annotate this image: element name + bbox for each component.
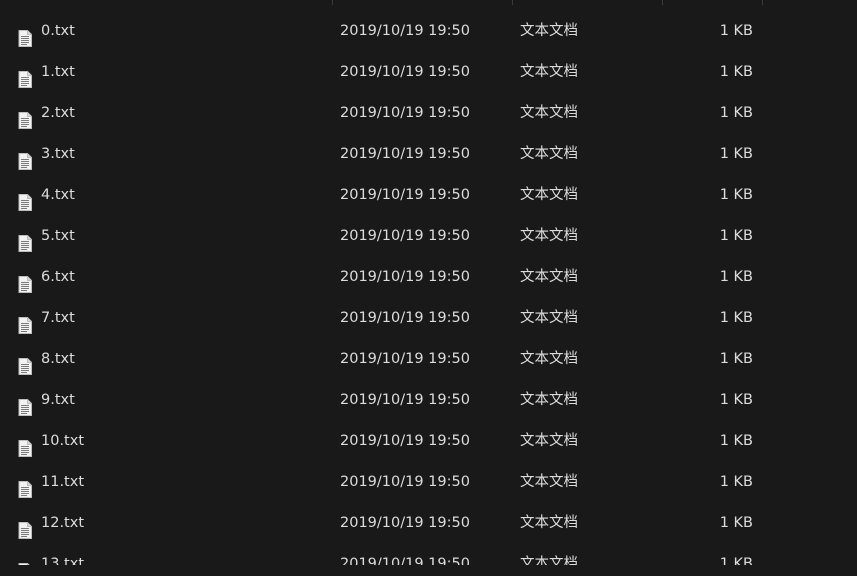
file-type: 文本文档 (520, 392, 578, 408)
file-size: 1 KB (719, 269, 753, 285)
file-name[interactable]: 11.txt (41, 462, 84, 503)
file-type: 文本文档 (520, 23, 578, 39)
file-name[interactable]: 3.txt (41, 134, 75, 175)
file-size: 1 KB (719, 228, 753, 244)
file-row[interactable]: 7.txt 2019/10/19 19:50 文本文档 1 KB (0, 298, 857, 339)
text-file-icon (18, 380, 32, 421)
file-name[interactable]: 10.txt (41, 421, 84, 462)
file-row[interactable]: 0.txt 2019/10/19 19:50 文本文档 1 KB (0, 11, 857, 52)
file-row[interactable]: 4.txt 2019/10/19 19:50 文本文档 1 KB (0, 175, 857, 216)
file-type: 文本文档 (520, 310, 578, 326)
file-modified-date: 2019/10/19 19:50 (340, 392, 470, 408)
file-modified-date: 2019/10/19 19:50 (340, 64, 470, 80)
file-modified-date: 2019/10/19 19:50 (340, 23, 470, 39)
file-row[interactable]: 12.txt 2019/10/19 19:50 文本文档 1 KB (0, 503, 857, 544)
text-file-icon (18, 421, 32, 462)
file-type: 文本文档 (520, 146, 578, 162)
text-file-icon (18, 503, 32, 544)
file-name[interactable]: 5.txt (41, 216, 75, 257)
text-file-icon (18, 11, 32, 52)
file-type: 文本文档 (520, 105, 578, 121)
file-size: 1 KB (719, 392, 753, 408)
file-row[interactable]: 6.txt 2019/10/19 19:50 文本文档 1 KB (0, 257, 857, 298)
file-size: 1 KB (719, 351, 753, 367)
file-row[interactable]: 5.txt 2019/10/19 19:50 文本文档 1 KB (0, 216, 857, 257)
text-file-icon (18, 216, 32, 257)
file-modified-date: 2019/10/19 19:50 (340, 187, 470, 203)
file-type: 文本文档 (520, 187, 578, 203)
file-name[interactable]: 4.txt (41, 175, 75, 216)
file-modified-date: 2019/10/19 19:50 (340, 146, 470, 162)
file-name[interactable]: 1.txt (41, 52, 75, 93)
file-type: 文本文档 (520, 64, 578, 80)
file-size: 1 KB (719, 187, 753, 203)
file-modified-date: 2019/10/19 19:50 (340, 228, 470, 244)
file-modified-date: 2019/10/19 19:50 (340, 351, 470, 367)
text-file-icon (18, 93, 32, 134)
file-size: 1 KB (719, 146, 753, 162)
file-name[interactable]: 8.txt (41, 339, 75, 380)
file-row[interactable]: 1.txt 2019/10/19 19:50 文本文档 1 KB (0, 52, 857, 93)
file-modified-date: 2019/10/19 19:50 (340, 515, 470, 531)
column-divider-size-end[interactable] (762, 0, 763, 5)
file-size: 1 KB (719, 515, 753, 531)
file-modified-date: 2019/10/19 19:50 (340, 269, 470, 285)
horizontal-scrollbar-track[interactable] (0, 565, 857, 576)
file-size: 1 KB (719, 105, 753, 121)
file-modified-date: 2019/10/19 19:50 (340, 105, 470, 121)
column-divider-type-size[interactable] (662, 0, 663, 5)
text-file-icon (18, 462, 32, 503)
file-size: 1 KB (719, 23, 753, 39)
file-name[interactable]: 2.txt (41, 93, 75, 134)
file-name[interactable]: 9.txt (41, 380, 75, 421)
text-file-icon (18, 298, 32, 339)
file-row[interactable]: 9.txt 2019/10/19 19:50 文本文档 1 KB (0, 380, 857, 421)
file-name[interactable]: 7.txt (41, 298, 75, 339)
file-row[interactable]: 3.txt 2019/10/19 19:50 文本文档 1 KB (0, 134, 857, 175)
file-type: 文本文档 (520, 351, 578, 367)
text-file-icon (18, 257, 32, 298)
file-type: 文本文档 (520, 269, 578, 285)
file-size: 1 KB (719, 474, 753, 490)
file-type: 文本文档 (520, 228, 578, 244)
file-name[interactable]: 6.txt (41, 257, 75, 298)
text-file-icon (18, 175, 32, 216)
text-file-icon (18, 134, 32, 175)
file-name[interactable]: 0.txt (41, 11, 75, 52)
file-size: 1 KB (719, 64, 753, 80)
file-row[interactable]: 2.txt 2019/10/19 19:50 文本文档 1 KB (0, 93, 857, 134)
file-modified-date: 2019/10/19 19:50 (340, 310, 470, 326)
file-row[interactable]: 11.txt 2019/10/19 19:50 文本文档 1 KB (0, 462, 857, 503)
column-divider-date-type[interactable] (512, 0, 513, 5)
file-modified-date: 2019/10/19 19:50 (340, 474, 470, 490)
file-size: 1 KB (719, 310, 753, 326)
text-file-icon (18, 52, 32, 93)
text-file-icon (18, 339, 32, 380)
file-type: 文本文档 (520, 474, 578, 490)
file-row[interactable]: 8.txt 2019/10/19 19:50 文本文档 1 KB (0, 339, 857, 380)
file-size: 1 KB (719, 433, 753, 449)
file-row[interactable]: 10.txt 2019/10/19 19:50 文本文档 1 KB (0, 421, 857, 462)
file-name[interactable]: 12.txt (41, 503, 84, 544)
file-type: 文本文档 (520, 515, 578, 531)
file-list: 0.txt 2019/10/19 19:50 文本文档 1 KB 1.txt 2019/1… (0, 0, 857, 576)
column-divider-name-date[interactable] (332, 0, 333, 5)
file-type: 文本文档 (520, 433, 578, 449)
file-modified-date: 2019/10/19 19:50 (340, 433, 470, 449)
